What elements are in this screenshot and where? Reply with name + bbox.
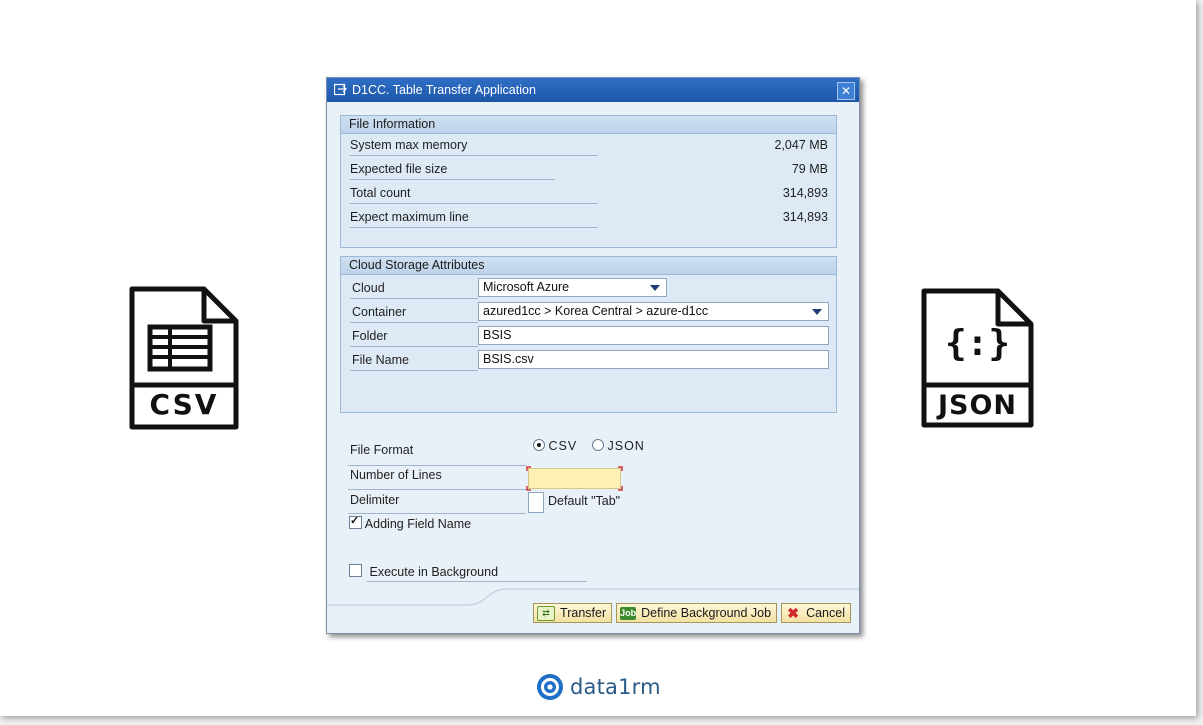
execute-background-label: Execute in Background bbox=[369, 565, 499, 579]
transfer-icon: ⇄ bbox=[537, 605, 556, 621]
filename-label: File Name bbox=[350, 349, 478, 371]
chevron-down-icon bbox=[812, 309, 822, 315]
info-value: 314,893 bbox=[782, 186, 828, 200]
info-value: 314,893 bbox=[782, 210, 828, 224]
container-label: Container bbox=[350, 301, 478, 323]
folder-input[interactable]: BSIS bbox=[478, 326, 829, 345]
csv-file-icon: CSV bbox=[128, 285, 240, 431]
cloud-dropdown[interactable]: Microsoft Azure bbox=[478, 278, 667, 297]
dialog-body: File Information System max memory 2,047… bbox=[327, 102, 859, 633]
info-value: 79 MB bbox=[791, 162, 828, 176]
info-row-expected-size: Expected file size 79 MB bbox=[350, 160, 828, 180]
execute-background-checkbox[interactable]: Execute in Background bbox=[349, 564, 498, 579]
cancel-button[interactable]: ✖ Cancel bbox=[781, 603, 851, 623]
file-information-group: File Information System max memory 2,047… bbox=[340, 115, 837, 248]
cloud-dropdown-value: Microsoft Azure bbox=[483, 280, 570, 294]
info-label: Expect maximum line bbox=[350, 210, 469, 224]
cancel-icon: ✖ bbox=[787, 604, 799, 621]
csv-icon-label: CSV bbox=[149, 388, 219, 421]
json-icon-label: JSON bbox=[937, 390, 1018, 421]
cancel-label: Cancel bbox=[806, 606, 845, 620]
info-row-system-memory: System max memory 2,047 MB bbox=[350, 136, 828, 156]
transfer-label: Transfer bbox=[560, 606, 607, 620]
checkbox-empty-icon bbox=[349, 564, 362, 577]
delimiter-label: Delimiter bbox=[350, 493, 400, 507]
brand-name: data1rm bbox=[570, 675, 661, 699]
delimiter-hint: Default "Tab" bbox=[548, 494, 621, 508]
info-row-total-count: Total count 314,893 bbox=[350, 184, 828, 204]
radio-selected-icon bbox=[533, 439, 545, 451]
info-label: Expected file size bbox=[350, 162, 448, 176]
json-file-icon: {:} JSON bbox=[920, 287, 1035, 429]
delimiter-input[interactable] bbox=[528, 492, 544, 513]
button-bar: ⇄ Transfer Job Define Background Job ✖ C… bbox=[533, 603, 851, 623]
job-icon: Job bbox=[620, 606, 637, 620]
data1rm-logo-icon bbox=[537, 674, 563, 700]
file-information-title: File Information bbox=[341, 116, 836, 134]
chevron-down-icon bbox=[650, 285, 660, 291]
format-radio-json[interactable]: JSON bbox=[592, 439, 645, 453]
folder-label: Folder bbox=[350, 325, 478, 347]
brand-logo-block: data1rm bbox=[536, 671, 661, 703]
window-icon bbox=[334, 83, 347, 96]
transfer-dialog: D1CC. Table Transfer Application ✕ File … bbox=[326, 77, 860, 634]
adding-field-name-checkbox[interactable]: Adding Field Name bbox=[349, 514, 472, 531]
checkbox-checked-icon bbox=[349, 514, 362, 529]
cloud-storage-title: Cloud Storage Attributes bbox=[341, 257, 836, 275]
format-radio-csv[interactable]: CSV bbox=[533, 439, 577, 453]
info-row-max-line: Expect maximum line 314,893 bbox=[350, 208, 828, 228]
required-field-marker bbox=[526, 466, 623, 491]
close-button[interactable]: ✕ bbox=[837, 82, 855, 100]
cloud-label: Cloud bbox=[350, 277, 478, 299]
info-value: 2,047 MB bbox=[774, 138, 828, 152]
dialog-titlebar[interactable]: D1CC. Table Transfer Application ✕ bbox=[327, 78, 859, 102]
adding-field-name-label: Adding Field Name bbox=[364, 517, 472, 531]
container-dropdown-value: azured1cc > Korea Central > azure-d1cc bbox=[483, 304, 709, 318]
container-dropdown[interactable]: azured1cc > Korea Central > azure-d1cc bbox=[478, 302, 829, 321]
file-format-label: File Format bbox=[350, 443, 414, 457]
format-csv-label: CSV bbox=[548, 439, 578, 453]
cloud-storage-group: Cloud Storage Attributes Cloud Microsoft… bbox=[340, 256, 837, 413]
filename-input[interactable]: BSIS.csv bbox=[478, 350, 829, 369]
define-background-job-button[interactable]: Job Define Background Job bbox=[616, 603, 778, 623]
number-of-lines-label: Number of Lines bbox=[350, 468, 442, 482]
define-background-job-label: Define Background Job bbox=[641, 606, 772, 620]
info-label: Total count bbox=[350, 186, 411, 200]
dialog-title: D1CC. Table Transfer Application bbox=[352, 83, 536, 97]
json-braces-glyph: {:} bbox=[944, 323, 1011, 364]
page-canvas: CSV {:} JSON D1CC. Table Transfer Applic… bbox=[0, 0, 1196, 716]
radio-empty-icon bbox=[592, 439, 604, 451]
info-label: System max memory bbox=[350, 138, 468, 152]
format-json-label: JSON bbox=[607, 439, 645, 453]
transfer-button[interactable]: ⇄ Transfer bbox=[533, 603, 613, 623]
